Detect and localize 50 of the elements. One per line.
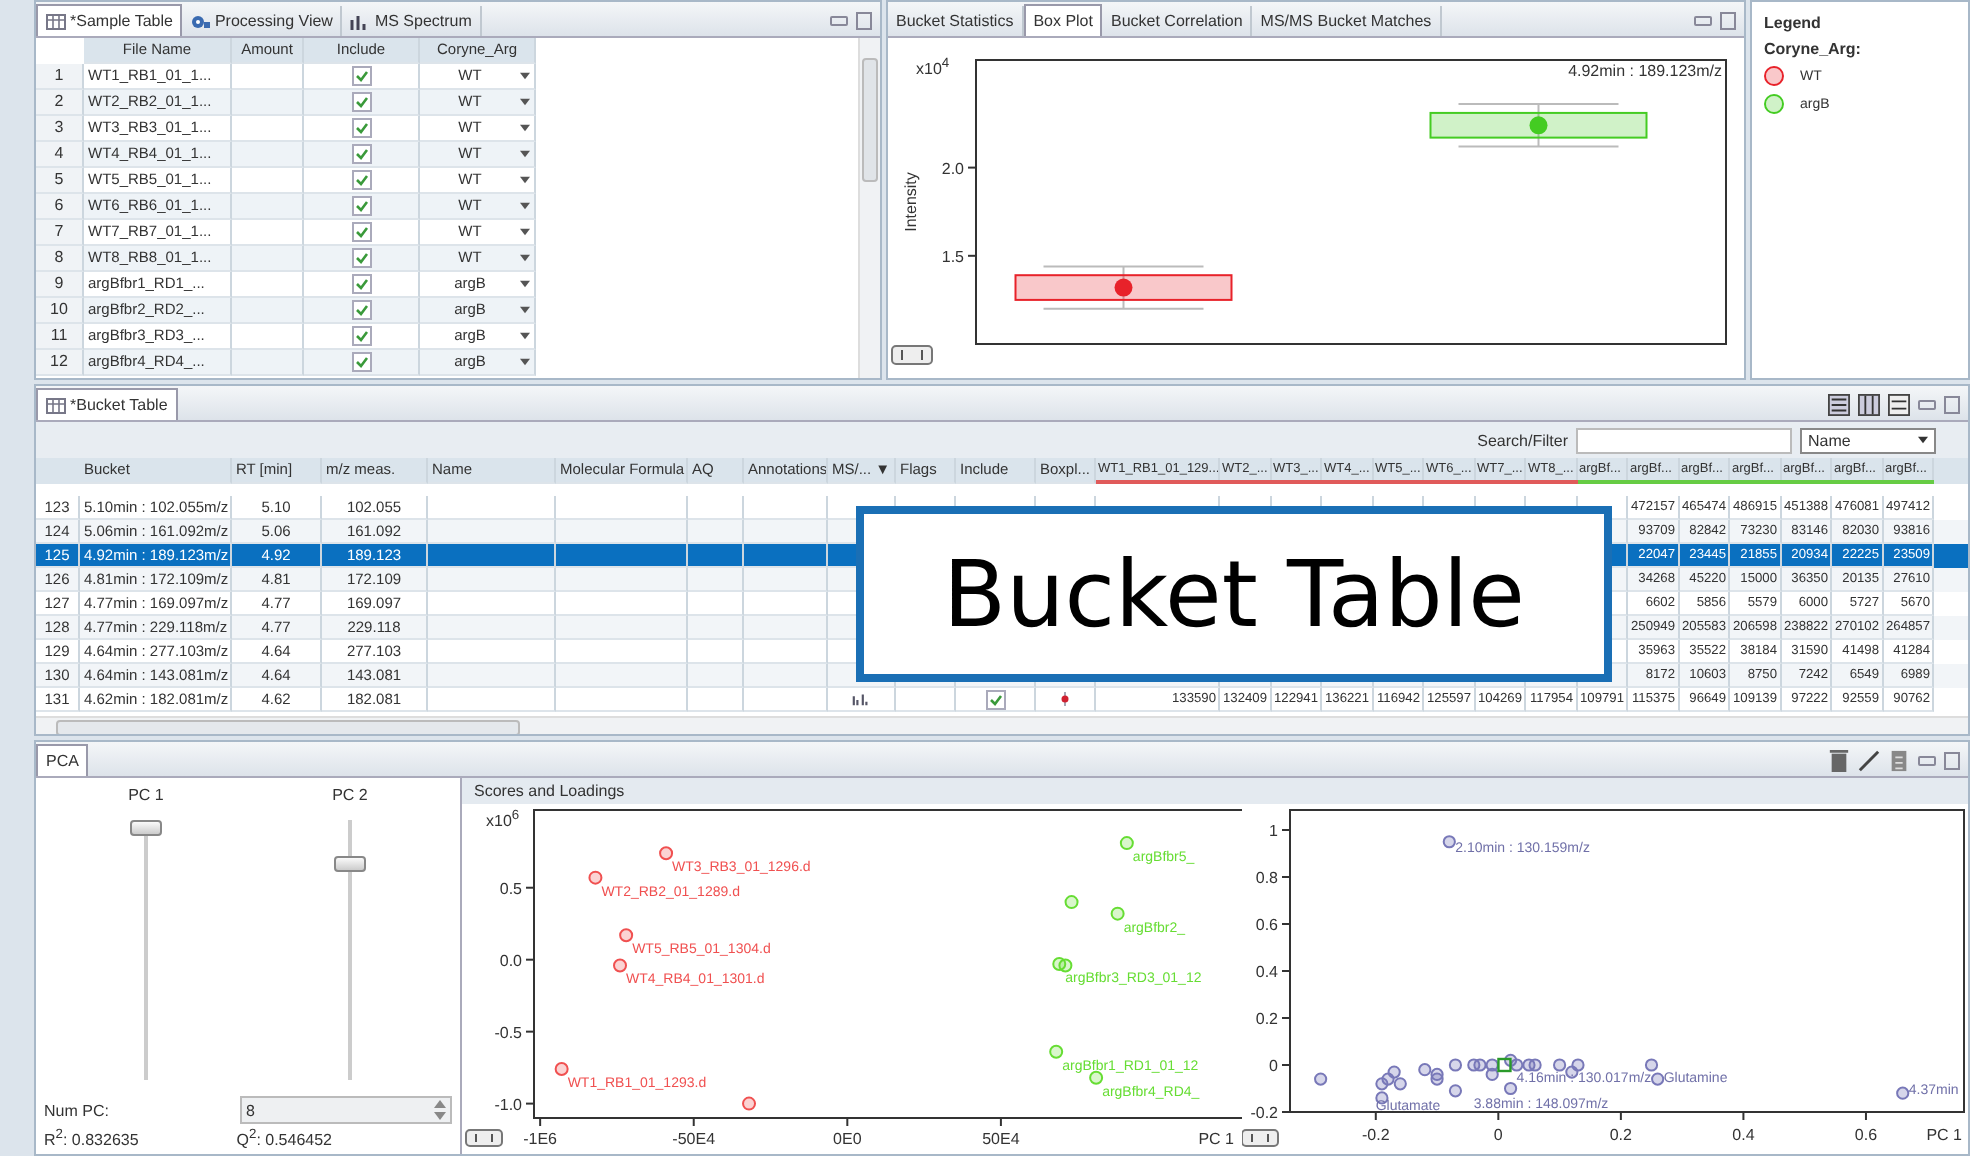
row-number: 11 [36,324,84,350]
row-number: 4 [36,142,84,168]
tick-label: -50E4 [672,1130,716,1148]
axis-title: Intensity [902,172,920,232]
search-label: Search/Filter [1477,431,1568,449]
chart-title: Scores and Loadings [462,778,1968,804]
tick-label: -0.2 [1250,1104,1278,1122]
tick-label: 0.6 [1854,1126,1878,1144]
tick-label: 0.2 [1609,1126,1632,1144]
tick-label: 0.6 [1255,916,1278,934]
tick-label: 0 [1269,1057,1278,1075]
row-number: 12 [36,350,84,376]
num-pc-label: Num PC: [44,1101,109,1119]
tick-label: 0.4 [1255,963,1278,981]
axis-multiplier: x10$^{6}$ [486,811,520,830]
slider-label: PC 1 [128,786,164,804]
tick-label: 0.4 [1732,1126,1755,1144]
tick-label: 2.0 [941,159,964,178]
row-number: 3 [36,116,84,142]
row-number: 8 [36,246,84,272]
tick-label: 50E4 [982,1130,1020,1148]
legend-group: Coryne_Arg: [1764,40,1956,58]
tick-label: 0E0 [833,1130,862,1148]
tick-label: 0.2 [1255,1010,1278,1028]
tick-label: 0.8 [1255,869,1278,887]
row-number: 7 [36,220,84,246]
row-number: 2 [36,90,84,116]
tick-label: 0.5 [499,879,522,898]
tick-label: -0.5 [494,1023,522,1042]
tick-label: -1.0 [494,1095,522,1114]
r-squared-value: R$^{2}$: 0.832635 [44,1127,139,1149]
chart-annotation: 4.92min : 189.123m/z [1568,62,1722,80]
legend-title: Legend [1764,14,1823,32]
axis-multiplier: x10$^{4}$ [916,59,950,78]
row-number: 1 [36,64,84,90]
tick-label: 0 [1493,1126,1503,1144]
row-number: 5 [36,168,84,194]
tick-label: 0.0 [499,951,522,970]
tick-label: 1 [1269,822,1278,840]
tick-label: -1E6 [523,1130,558,1148]
slider-label: PC 2 [332,786,368,804]
row-number: 10 [36,298,84,324]
tick-label: 1.5 [941,247,964,266]
row-number: 6 [36,194,84,220]
row-number: 9 [36,272,84,298]
caption-tooltip: Bucket Table [856,506,1612,682]
axis-title: PC 1 [1926,1126,1962,1144]
q-squared-value: Q$^{2}$: 0.546452 [236,1127,332,1149]
tick-label: -0.2 [1362,1126,1390,1144]
axis-title: PC 1 [1198,1130,1234,1148]
